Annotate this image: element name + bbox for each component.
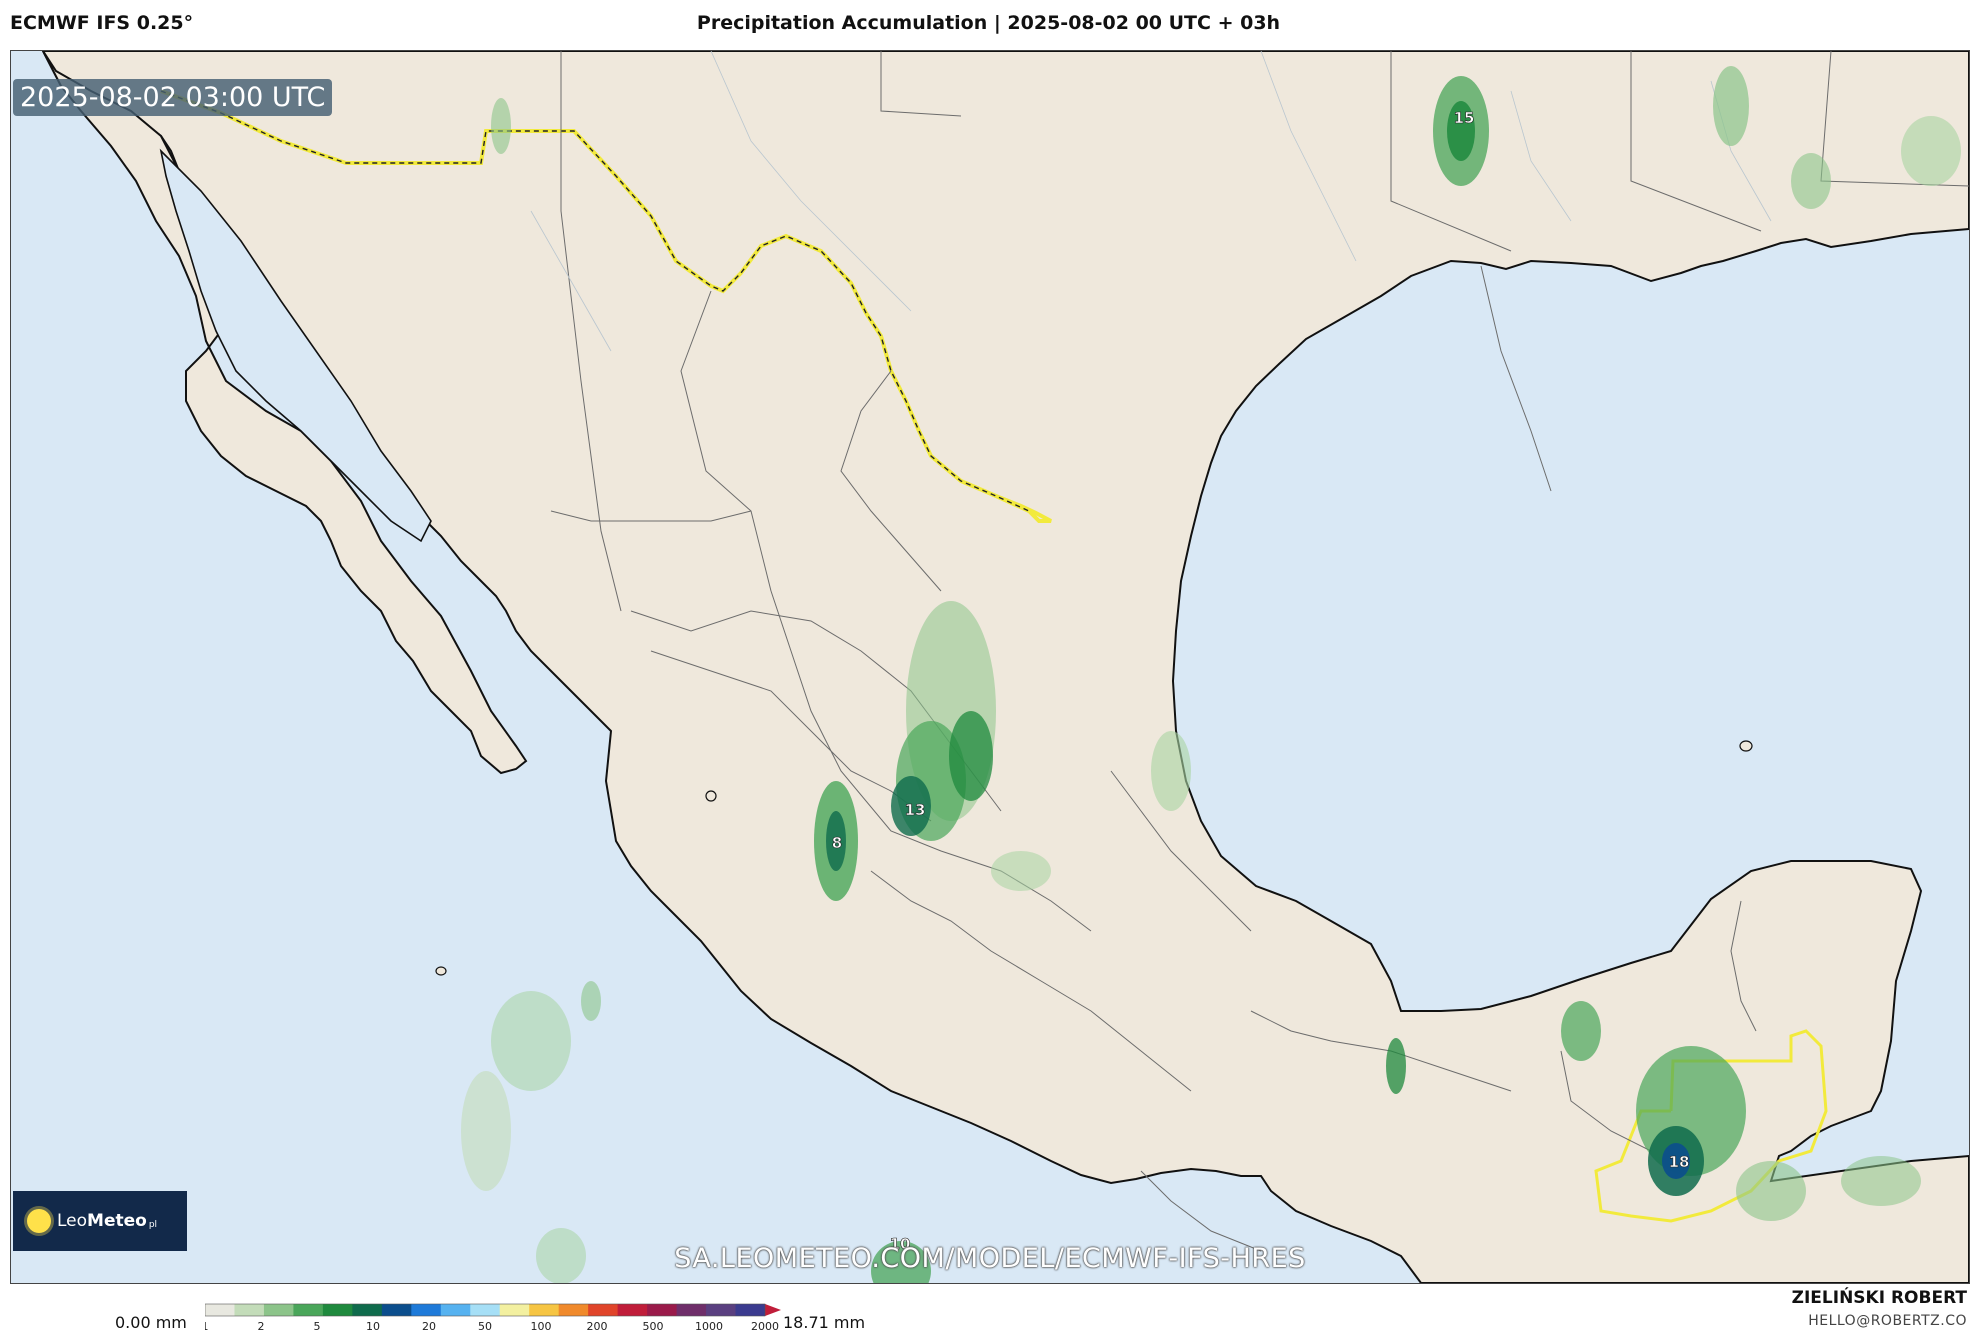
colorbar-extend-arrow xyxy=(765,1304,781,1316)
colorbar-swatch xyxy=(293,1304,324,1316)
author-email[interactable]: HELLO@ROBERTZ.CO xyxy=(1808,1313,1967,1329)
colorbar-swatch xyxy=(263,1304,294,1316)
logo-name-bold: Meteo xyxy=(87,1211,147,1231)
colorbar-tick-label: 20 xyxy=(422,1320,436,1332)
colorbar-swatch xyxy=(706,1304,737,1316)
logo-suffix: pl xyxy=(148,1220,158,1230)
colorbar-swatch xyxy=(499,1304,530,1316)
colorbar-swatch xyxy=(735,1304,766,1316)
colorbar-tick-label: 2 xyxy=(258,1320,265,1332)
colorbar-tick-label: 1 xyxy=(205,1320,209,1332)
colorbar-tick-label: 200 xyxy=(587,1320,608,1332)
colorbar-tick-label: 5 xyxy=(314,1320,321,1332)
colorbar-swatch xyxy=(411,1304,442,1316)
colorbar-swatch xyxy=(381,1304,412,1316)
map-canvas: 15 13 8 18 10 xyxy=(11,51,1969,1283)
colorbar-swatch xyxy=(234,1304,265,1316)
colorbar-swatch xyxy=(440,1304,471,1316)
colorbar-swatch xyxy=(205,1304,235,1316)
valid-time-badge: 2025-08-02 03:00 UTC xyxy=(13,79,333,116)
legend-min-label: 0.00 mm xyxy=(115,1313,187,1332)
colorbar-swatch xyxy=(529,1304,560,1316)
colorbar-swatch xyxy=(588,1304,619,1316)
colorbar-tick-label: 10 xyxy=(366,1320,380,1332)
label-value: 15 xyxy=(1454,109,1475,127)
source-url[interactable]: SA.LEOMETEO.COM/MODEL/ECMWF-IFS-HRES xyxy=(11,1243,1969,1274)
colorbar-swatch xyxy=(558,1304,589,1316)
label-value: 8 xyxy=(832,834,842,852)
map-title: Precipitation Accumulation | 2025-08-02 … xyxy=(696,12,1281,34)
colorbar-tick-label: 2000 xyxy=(751,1320,779,1332)
colorbar: 1 2 5 10 20 50 100 200 500 1000 2000 xyxy=(205,1303,781,1332)
colorbar-swatches xyxy=(205,1303,781,1317)
colorbar-swatch xyxy=(470,1304,501,1316)
label-value: 13 xyxy=(905,801,926,819)
logo-name: Leo xyxy=(57,1211,88,1231)
colorbar-swatch xyxy=(322,1304,353,1316)
colorbar-tick-label: 500 xyxy=(643,1320,664,1332)
sun-icon xyxy=(27,1209,51,1233)
colorbar-ticks: 1 2 5 10 20 50 100 200 500 1000 2000 xyxy=(205,1320,779,1332)
colorbar-swatch xyxy=(352,1304,383,1316)
leometeo-logo[interactable]: Leo Meteo pl xyxy=(13,1191,187,1251)
legend-max-label: 18.71 mm xyxy=(783,1313,866,1332)
precipitation-map[interactable]: 15 13 8 18 10 2025-08-02 03:00 UTC Leo Me… xyxy=(10,50,1970,1284)
island xyxy=(435,966,447,976)
colorbar-tick-label: 50 xyxy=(478,1320,492,1332)
colorbar-tick-label: 100 xyxy=(531,1320,552,1332)
island xyxy=(1739,740,1753,752)
colorbar-tick-label: 1000 xyxy=(695,1320,723,1332)
author-name: ZIELIŃSKI ROBERT xyxy=(1791,1288,1967,1308)
colorbar-swatch xyxy=(617,1304,648,1316)
colorbar-swatch xyxy=(647,1304,678,1316)
island xyxy=(705,790,717,802)
label-value: 18 xyxy=(1669,1153,1690,1171)
colorbar-swatch xyxy=(676,1304,707,1316)
